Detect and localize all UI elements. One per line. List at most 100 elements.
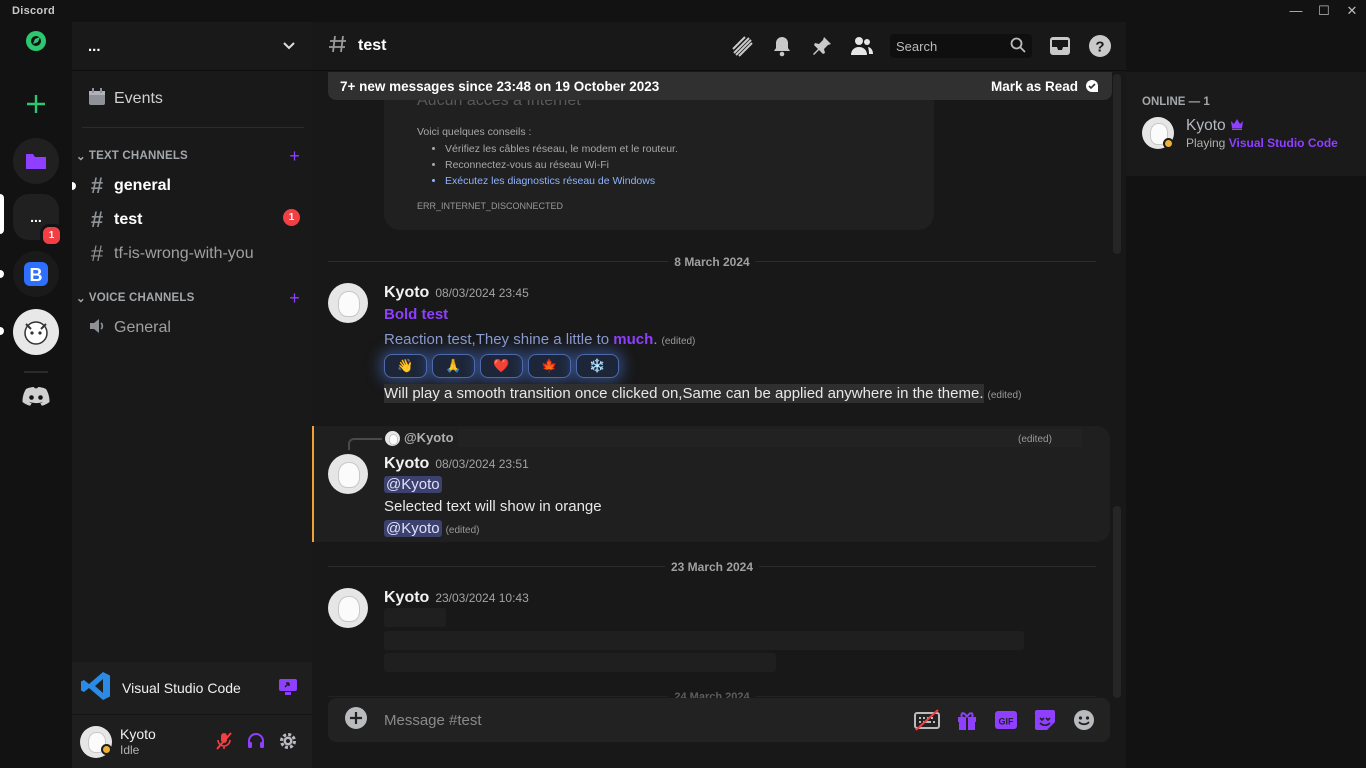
spoiler-block[interactable]	[384, 608, 446, 627]
add-attachment-icon[interactable]	[344, 706, 368, 735]
microphone-muted-icon[interactable]	[214, 731, 234, 756]
message-avatar[interactable]	[328, 283, 368, 323]
member-list-icon[interactable]	[850, 34, 874, 58]
unread-indicator	[0, 327, 4, 335]
discover-icon[interactable]	[13, 26, 59, 56]
add-channel-icon[interactable]: +	[289, 288, 300, 309]
svg-text:B: B	[30, 265, 43, 285]
channel-tf-is-wrong-with-you[interactable]: # tf-is-wrong-with-you	[80, 238, 304, 270]
reaction-heart[interactable]: ❤️	[480, 354, 523, 378]
inbox-icon[interactable]	[1048, 34, 1072, 58]
reply-preview[interactable]	[458, 429, 1082, 447]
embed-tips: Vérifiez les câbles réseau, le modem et …	[445, 143, 901, 187]
message-line: Reaction test,They shine a little to muc…	[384, 331, 695, 348]
maximize-button[interactable]: ☐	[1310, 0, 1338, 22]
user-mention[interactable]: @Kyoto	[384, 476, 442, 493]
date-divider: 8 March 2024	[328, 255, 1096, 269]
new-messages-text: 7+ new messages since 23:48 on 19 Octobe…	[340, 78, 660, 94]
spoiler-block[interactable]	[384, 631, 1024, 650]
hash-icon: #	[90, 173, 104, 198]
message-author[interactable]: Kyoto	[384, 455, 429, 472]
search-placeholder: Search	[896, 38, 938, 54]
user-mention[interactable]: @Kyoto	[384, 520, 442, 537]
folder-icon[interactable]	[13, 138, 59, 184]
keyboard-icon[interactable]	[914, 709, 940, 736]
headphones-icon[interactable]	[246, 731, 266, 756]
channel-general[interactable]: # general	[80, 170, 304, 202]
channel-sidebar: ... Events ⌄ TEXT CHANNELS + # general #…	[72, 22, 312, 768]
message-header: Kyoto 23/03/2024 10:43	[384, 589, 529, 607]
svg-text:?: ?	[1095, 39, 1104, 56]
channel-test[interactable]: # test 1	[80, 204, 304, 236]
server-anime-icon[interactable]	[13, 309, 59, 355]
hash-icon	[328, 34, 348, 59]
events-item[interactable]: Events	[80, 83, 304, 115]
edited-tag: (edited)	[661, 336, 696, 347]
message-author[interactable]: Kyoto	[384, 284, 429, 301]
speaker-icon	[88, 317, 106, 340]
emoji-icon[interactable]	[1072, 708, 1096, 737]
voice-channel-general[interactable]: General	[80, 312, 304, 344]
search-input[interactable]: Search	[890, 34, 1032, 58]
server-name: ...	[88, 37, 101, 55]
message-input[interactable]: Message #test	[384, 712, 482, 729]
vscode-icon	[80, 670, 112, 707]
gif-icon[interactable]: GIF	[994, 710, 1018, 735]
channel-name: tf-is-wrong-with-you	[114, 245, 254, 262]
server-b-icon[interactable]: B	[13, 251, 59, 297]
close-button[interactable]: ✕	[1338, 0, 1366, 22]
channel-name: General	[114, 319, 171, 336]
message-timestamp: 23/03/2024 10:43	[435, 591, 529, 605]
add-channel-icon[interactable]: +	[289, 146, 300, 167]
user-name[interactable]: Kyoto	[120, 726, 156, 742]
threads-icon[interactable]	[730, 34, 754, 58]
message-avatar[interactable]	[328, 588, 368, 628]
link-embed: Aucun accès à Internet Voici quelques co…	[384, 92, 934, 230]
new-messages-bar[interactable]: 7+ new messages since 23:48 on 19 Octobe…	[328, 72, 1112, 100]
hash-icon: #	[90, 241, 104, 266]
app-name: Discord	[12, 5, 56, 17]
reaction-snowflake[interactable]: ❄️	[576, 354, 619, 378]
help-icon[interactable]: ?	[1088, 34, 1112, 58]
chevron-down-icon: ⌄	[76, 293, 86, 305]
chevron-down-icon	[282, 38, 296, 55]
text-channels-category[interactable]: ⌄ TEXT CHANNELS +	[76, 146, 300, 166]
message-avatar[interactable]	[328, 454, 368, 494]
sticker-icon[interactable]	[1034, 709, 1056, 736]
message-header: Kyoto 08/03/2024 23:51	[384, 455, 529, 473]
rail-divider	[24, 371, 48, 373]
message-author[interactable]: Kyoto	[384, 589, 429, 606]
sidebar-divider	[82, 127, 304, 128]
settings-gear-icon[interactable]	[278, 731, 298, 756]
unread-indicator	[0, 270, 4, 278]
member-list: ONLINE — 1 Kyoto Playing Visual Studio C…	[1126, 72, 1366, 768]
member-item[interactable]: Kyoto Playing Visual Studio Code	[1142, 117, 1350, 153]
reaction-maple-leaf[interactable]: 🍁	[528, 354, 571, 378]
pin-icon[interactable]	[810, 34, 834, 58]
message-timestamp: 08/03/2024 23:45	[435, 286, 529, 300]
activity-prefix: Playing	[1186, 136, 1229, 150]
reaction-wave[interactable]: 👋	[384, 354, 427, 378]
user-panel: Kyoto Idle	[72, 714, 312, 768]
member-name: Kyoto	[1186, 117, 1226, 134]
embed-tip: Vérifiez les câbles réseau, le modem et …	[445, 143, 901, 155]
bell-icon[interactable]	[770, 34, 794, 58]
reply-author[interactable]: @Kyoto	[404, 430, 454, 445]
embed-tip-link[interactable]: Exécutez les diagnostics réseau de Windo…	[445, 175, 901, 187]
spoiler-block[interactable]	[384, 653, 776, 672]
minimize-button[interactable]: —	[1282, 0, 1310, 22]
reply-edited-tag: (edited)	[1018, 434, 1052, 445]
voice-channels-category[interactable]: ⌄ VOICE CHANNELS +	[76, 288, 300, 308]
embed-code: ERR_INTERNET_DISCONNECTED	[417, 201, 564, 211]
screen-share-icon[interactable]	[278, 678, 298, 701]
reaction-pray[interactable]: 🙏	[432, 354, 475, 378]
server-header[interactable]: ...	[72, 22, 312, 71]
mark-as-read-button[interactable]: Mark as Read	[991, 78, 1100, 94]
edited-tag: (edited)	[987, 390, 1022, 401]
scrollbar[interactable]	[1113, 74, 1121, 698]
add-server-icon[interactable]	[13, 84, 59, 124]
message-text: Selected text will show in orange	[384, 498, 602, 515]
gift-icon[interactable]	[956, 709, 978, 736]
edited-tag: (edited)	[445, 525, 480, 536]
discord-home-icon[interactable]	[13, 374, 59, 420]
